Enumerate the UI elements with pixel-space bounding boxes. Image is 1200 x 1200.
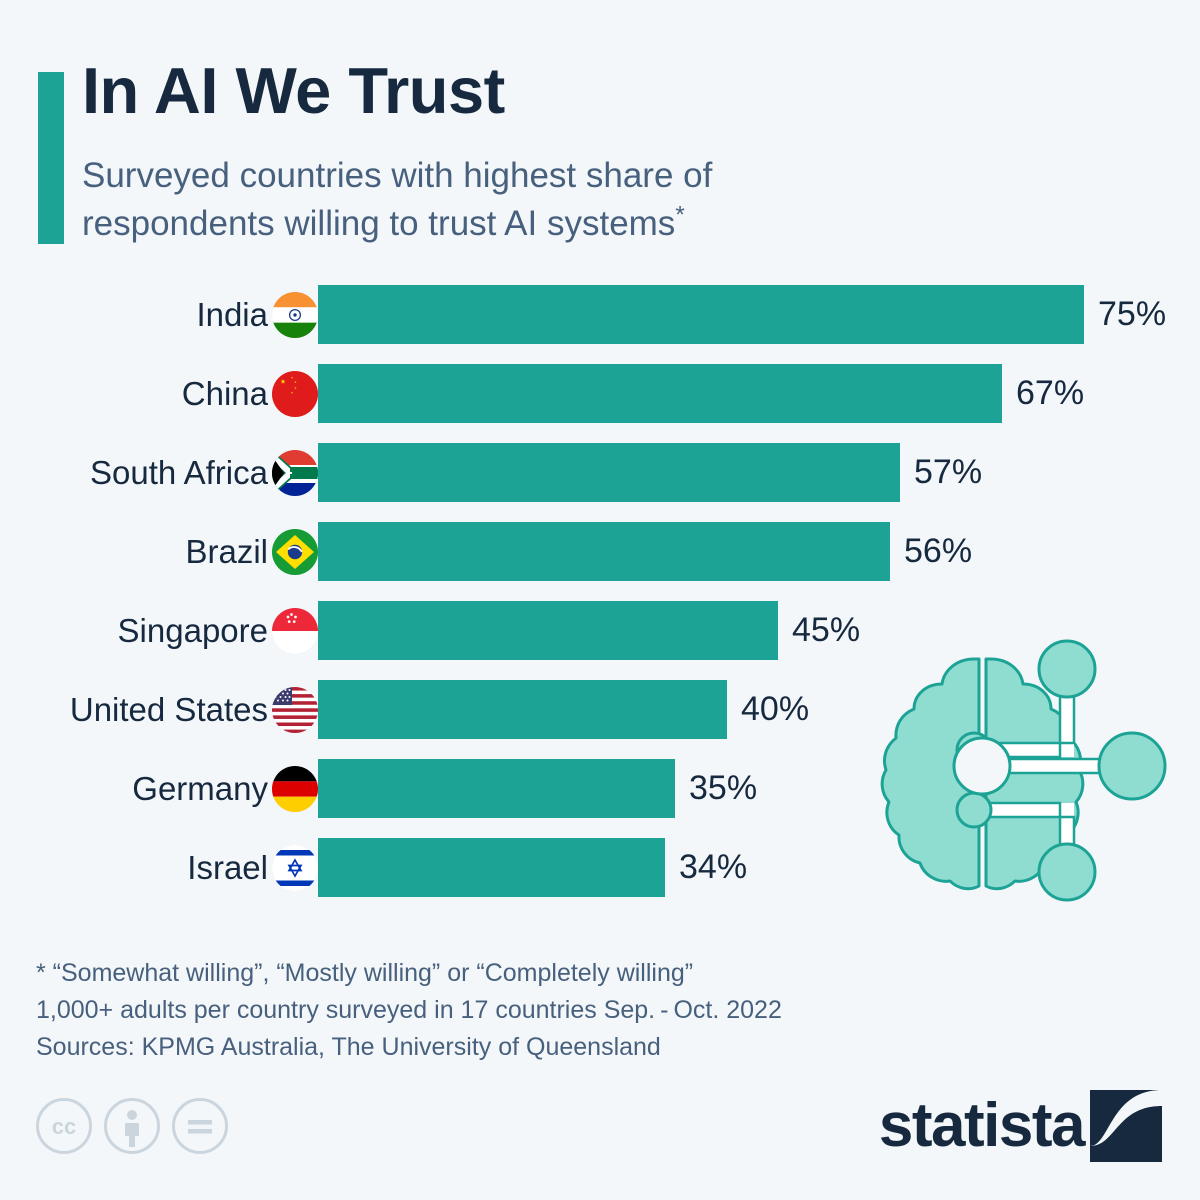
page-title: In AI We Trust bbox=[82, 54, 505, 127]
footnote-sources: Sources: KPMG Australia, The University … bbox=[36, 1032, 661, 1061]
bar-value-label: 34% bbox=[679, 848, 748, 886]
row-label: China bbox=[182, 364, 318, 423]
bar bbox=[318, 838, 665, 897]
country-name: Germany bbox=[132, 770, 268, 807]
bar bbox=[318, 443, 900, 502]
row-label: Germany bbox=[132, 759, 318, 818]
bar bbox=[318, 759, 675, 818]
brain-ai-icon bbox=[862, 632, 1182, 912]
bar bbox=[318, 680, 727, 739]
footnote-definition: * “Somewhat willing”, “Mostly willing” o… bbox=[36, 959, 694, 987]
country-name: Singapore bbox=[117, 612, 268, 649]
chart-row: China 67% bbox=[0, 364, 1200, 423]
statista-mark-icon bbox=[1090, 1090, 1162, 1162]
chart-row: Brazil 56% bbox=[0, 522, 1200, 581]
bar bbox=[318, 522, 890, 581]
bar-value-label: 75% bbox=[1098, 295, 1167, 333]
attribution-icon[interactable] bbox=[104, 1098, 160, 1154]
singapore-flag-icon bbox=[272, 607, 318, 654]
row-label: Israel bbox=[187, 838, 318, 897]
footnotes: * “Somewhat willing”, “Mostly willing” o… bbox=[36, 955, 1036, 1065]
footer: cc statista bbox=[0, 1090, 1200, 1190]
page-subtitle: Surveyed countries with highest share of… bbox=[82, 152, 902, 247]
china-flag-icon bbox=[272, 370, 318, 417]
bar bbox=[318, 601, 778, 660]
row-label: Brazil bbox=[185, 522, 318, 581]
bar bbox=[318, 285, 1084, 344]
accent-bar bbox=[38, 72, 64, 244]
country-name: Israel bbox=[187, 849, 268, 886]
row-label: United States bbox=[70, 680, 318, 739]
bar-value-label: 40% bbox=[741, 690, 810, 728]
no-derivatives-icon[interactable] bbox=[172, 1098, 228, 1154]
row-label: India bbox=[196, 285, 318, 344]
creative-commons-icon[interactable]: cc bbox=[36, 1098, 92, 1154]
subtitle-line-1: Surveyed countries with highest share of bbox=[82, 156, 713, 195]
bar-value-label: 56% bbox=[904, 532, 973, 570]
subtitle-line-2: respondents willing to trust AI systems bbox=[82, 203, 676, 243]
country-name: China bbox=[181, 375, 268, 412]
israel-flag-icon bbox=[272, 844, 318, 891]
country-name: South Africa bbox=[90, 454, 268, 491]
bar bbox=[318, 364, 1002, 423]
license-icons: cc bbox=[36, 1098, 228, 1154]
row-label: South Africa bbox=[90, 443, 318, 502]
footnote-methodology: 1,000+ adults per country surveyed in 17… bbox=[36, 995, 782, 1024]
bar-value-label: 35% bbox=[689, 769, 758, 807]
country-name: Brazil bbox=[185, 533, 268, 570]
country-name: United States bbox=[69, 691, 268, 728]
row-label: Singapore bbox=[118, 601, 318, 660]
germany-flag-icon bbox=[272, 765, 318, 812]
india-flag-icon bbox=[272, 291, 318, 338]
chart-row: India 75% bbox=[0, 285, 1200, 344]
subtitle-asterisk: * bbox=[675, 200, 685, 228]
united-states-flag-icon bbox=[272, 686, 318, 733]
svg-text:cc: cc bbox=[52, 1114, 76, 1139]
chart-row: South Africa 57% bbox=[0, 443, 1200, 502]
statista-logo: statista bbox=[879, 1090, 1162, 1162]
country-name: India bbox=[196, 296, 268, 333]
brazil-flag-icon bbox=[272, 528, 318, 575]
header: In AI We Trust Surveyed countries with h… bbox=[0, 0, 1200, 262]
statista-wordmark: statista bbox=[878, 1091, 1086, 1160]
bar-value-label: 67% bbox=[1016, 374, 1085, 412]
bar-value-label: 45% bbox=[792, 611, 861, 649]
bar-value-label: 57% bbox=[914, 453, 983, 491]
south-africa-flag-icon bbox=[272, 449, 318, 496]
